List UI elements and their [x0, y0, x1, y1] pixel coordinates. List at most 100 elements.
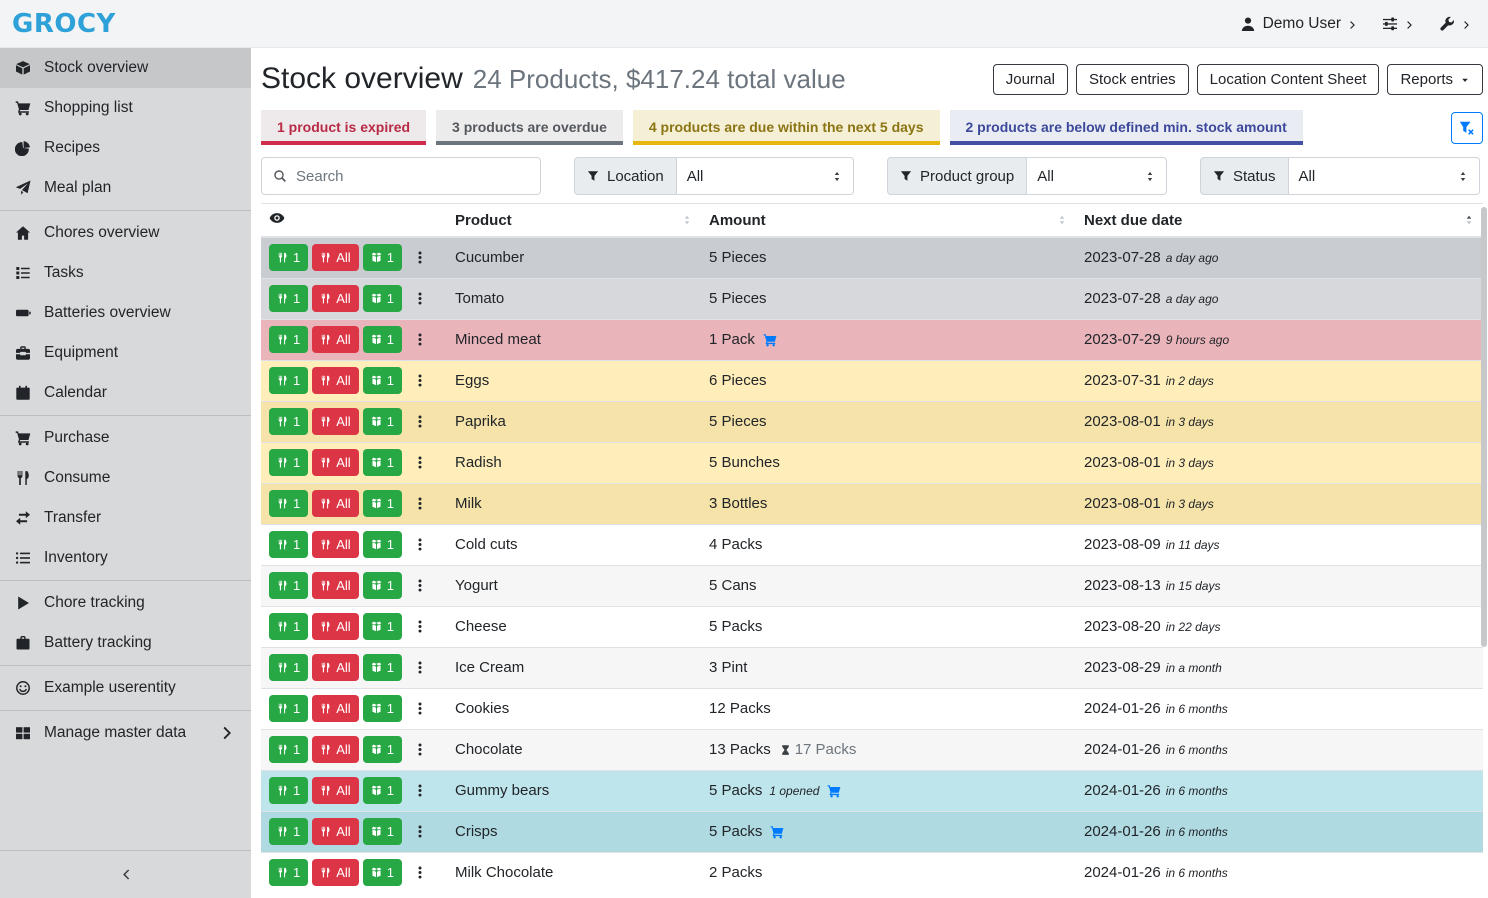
- row-menu-button[interactable]: [413, 823, 427, 840]
- consume-all-button[interactable]: All: [312, 408, 358, 435]
- consume-all-button[interactable]: All: [312, 859, 358, 886]
- col-visibility-toggle[interactable]: [261, 204, 447, 238]
- product-name[interactable]: Yogurt: [447, 565, 701, 606]
- consume-one-button[interactable]: 1: [269, 285, 308, 312]
- col-product[interactable]: Product: [447, 204, 701, 238]
- product-group-select[interactable]: All: [1027, 157, 1167, 195]
- scrollbar-thumb[interactable]: [1481, 207, 1487, 647]
- consume-all-button[interactable]: All: [312, 244, 358, 271]
- product-name[interactable]: Milk: [447, 483, 701, 524]
- col-amount[interactable]: Amount: [701, 204, 1076, 238]
- location-content-sheet-button[interactable]: Location Content Sheet: [1197, 64, 1380, 95]
- consume-one-button[interactable]: 1: [269, 859, 308, 886]
- banner-overdue[interactable]: 3 products are overdue: [436, 110, 623, 145]
- consume-all-button[interactable]: All: [312, 367, 358, 394]
- consume-one-button[interactable]: 1: [269, 736, 308, 763]
- open-one-button[interactable]: 1: [363, 777, 402, 804]
- product-name[interactable]: Cold cuts: [447, 524, 701, 565]
- consume-all-button[interactable]: All: [312, 818, 358, 845]
- product-name[interactable]: Radish: [447, 442, 701, 483]
- product-name[interactable]: Chocolate: [447, 729, 701, 770]
- sidebar-item-inventory[interactable]: Inventory: [0, 538, 251, 578]
- row-menu-button[interactable]: [413, 577, 427, 594]
- consume-all-button[interactable]: All: [312, 777, 358, 804]
- product-name[interactable]: Milk Chocolate: [447, 852, 701, 893]
- consume-all-button[interactable]: All: [312, 736, 358, 763]
- sidebar-item-shopping-list[interactable]: Shopping list: [0, 88, 251, 128]
- sidebar-item-chores-overview[interactable]: Chores overview: [0, 213, 251, 253]
- open-one-button[interactable]: 1: [363, 326, 402, 353]
- row-menu-button[interactable]: [413, 618, 427, 635]
- product-name[interactable]: Cheese: [447, 606, 701, 647]
- consume-one-button[interactable]: 1: [269, 490, 308, 517]
- banner-due-soon[interactable]: 4 products are due within the next 5 day…: [633, 110, 940, 145]
- open-one-button[interactable]: 1: [363, 572, 402, 599]
- consume-one-button[interactable]: 1: [269, 613, 308, 640]
- sidebar-item-consume[interactable]: Consume: [0, 458, 251, 498]
- row-menu-button[interactable]: [413, 659, 427, 676]
- sidebar-item-tasks[interactable]: Tasks: [0, 253, 251, 293]
- open-one-button[interactable]: 1: [363, 695, 402, 722]
- product-name[interactable]: Paprika: [447, 401, 701, 442]
- consume-all-button[interactable]: All: [312, 613, 358, 640]
- consume-all-button[interactable]: All: [312, 326, 358, 353]
- sidebar-item-manage-master-data[interactable]: Manage master data: [0, 713, 251, 753]
- row-menu-button[interactable]: [413, 454, 427, 471]
- consume-one-button[interactable]: 1: [269, 326, 308, 353]
- consume-all-button[interactable]: All: [312, 531, 358, 558]
- sidebar-item-recipes[interactable]: Recipes: [0, 128, 251, 168]
- product-name[interactable]: Ice Cream: [447, 647, 701, 688]
- open-one-button[interactable]: 1: [363, 408, 402, 435]
- sidebar-item-transfer[interactable]: Transfer: [0, 498, 251, 538]
- sidebar-item-equipment[interactable]: Equipment: [0, 333, 251, 373]
- sidebar-item-battery-tracking[interactable]: Battery tracking: [0, 623, 251, 663]
- row-menu-button[interactable]: [413, 536, 427, 553]
- journal-button[interactable]: Journal: [993, 64, 1068, 95]
- consume-one-button[interactable]: 1: [269, 449, 308, 476]
- row-menu-button[interactable]: [413, 331, 427, 348]
- consume-all-button[interactable]: All: [312, 695, 358, 722]
- open-one-button[interactable]: 1: [363, 613, 402, 640]
- open-one-button[interactable]: 1: [363, 490, 402, 517]
- consume-all-button[interactable]: All: [312, 285, 358, 312]
- row-menu-button[interactable]: [413, 495, 427, 512]
- row-menu-button[interactable]: [413, 249, 427, 266]
- open-one-button[interactable]: 1: [363, 367, 402, 394]
- row-menu-button[interactable]: [413, 290, 427, 307]
- row-menu-button[interactable]: [413, 782, 427, 799]
- open-one-button[interactable]: 1: [363, 285, 402, 312]
- admin-menu[interactable]: [1439, 16, 1472, 32]
- open-one-button[interactable]: 1: [363, 736, 402, 763]
- product-name[interactable]: Gummy bears: [447, 770, 701, 811]
- product-name[interactable]: Tomato: [447, 278, 701, 319]
- row-menu-button[interactable]: [413, 700, 427, 717]
- open-one-button[interactable]: 1: [363, 818, 402, 845]
- consume-all-button[interactable]: All: [312, 572, 358, 599]
- row-menu-button[interactable]: [413, 741, 427, 758]
- consume-one-button[interactable]: 1: [269, 818, 308, 845]
- banner-expired[interactable]: 1 product is expired: [261, 110, 426, 145]
- open-one-button[interactable]: 1: [363, 449, 402, 476]
- sidebar-item-purchase[interactable]: Purchase: [0, 418, 251, 458]
- sidebar-item-chore-tracking[interactable]: Chore tracking: [0, 583, 251, 623]
- consume-one-button[interactable]: 1: [269, 572, 308, 599]
- product-name[interactable]: Cucumber: [447, 237, 701, 278]
- stock-entries-button[interactable]: Stock entries: [1076, 64, 1189, 95]
- consume-one-button[interactable]: 1: [269, 654, 308, 681]
- open-one-button[interactable]: 1: [363, 244, 402, 271]
- consume-one-button[interactable]: 1: [269, 244, 308, 271]
- open-one-button[interactable]: 1: [363, 859, 402, 886]
- consume-one-button[interactable]: 1: [269, 695, 308, 722]
- open-one-button[interactable]: 1: [363, 531, 402, 558]
- reports-button[interactable]: Reports: [1387, 64, 1483, 95]
- sidebar-collapse-button[interactable]: [0, 850, 251, 898]
- consume-one-button[interactable]: 1: [269, 367, 308, 394]
- location-select[interactable]: All: [677, 157, 854, 195]
- consume-all-button[interactable]: All: [312, 449, 358, 476]
- product-name[interactable]: Eggs: [447, 360, 701, 401]
- settings-menu[interactable]: [1382, 16, 1415, 32]
- sidebar-item-batteries-overview[interactable]: Batteries overview: [0, 293, 251, 333]
- open-one-button[interactable]: 1: [363, 654, 402, 681]
- app-logo[interactable]: GROCY: [12, 9, 116, 39]
- row-menu-button[interactable]: [413, 372, 427, 389]
